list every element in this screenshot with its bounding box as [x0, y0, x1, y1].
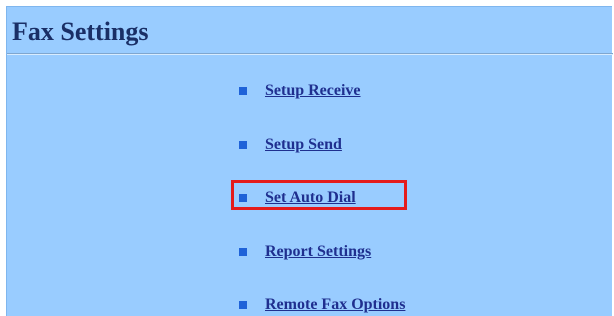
- menu-item-set-auto-dial[interactable]: Set Auto Dial: [239, 187, 356, 209]
- fax-settings-panel: Fax Settings Setup Receive Setup Send Se…: [6, 6, 613, 316]
- menu-item-remote-fax-options[interactable]: Remote Fax Options: [239, 294, 405, 316]
- square-bullet-icon: [239, 141, 247, 149]
- fax-settings-menu: Setup Receive Setup Send Set Auto Dial R…: [7, 7, 612, 316]
- report-settings-link[interactable]: Report Settings: [265, 243, 371, 261]
- menu-item-setup-receive[interactable]: Setup Receive: [239, 80, 361, 102]
- set-auto-dial-link[interactable]: Set Auto Dial: [265, 189, 356, 207]
- square-bullet-icon: [239, 301, 247, 309]
- square-bullet-icon: [239, 194, 247, 202]
- setup-send-link[interactable]: Setup Send: [265, 136, 342, 154]
- menu-item-report-settings[interactable]: Report Settings: [239, 241, 371, 263]
- menu-item-setup-send[interactable]: Setup Send: [239, 134, 342, 156]
- remote-fax-options-link[interactable]: Remote Fax Options: [265, 296, 405, 314]
- square-bullet-icon: [239, 248, 247, 256]
- setup-receive-link[interactable]: Setup Receive: [265, 82, 361, 100]
- square-bullet-icon: [239, 87, 247, 95]
